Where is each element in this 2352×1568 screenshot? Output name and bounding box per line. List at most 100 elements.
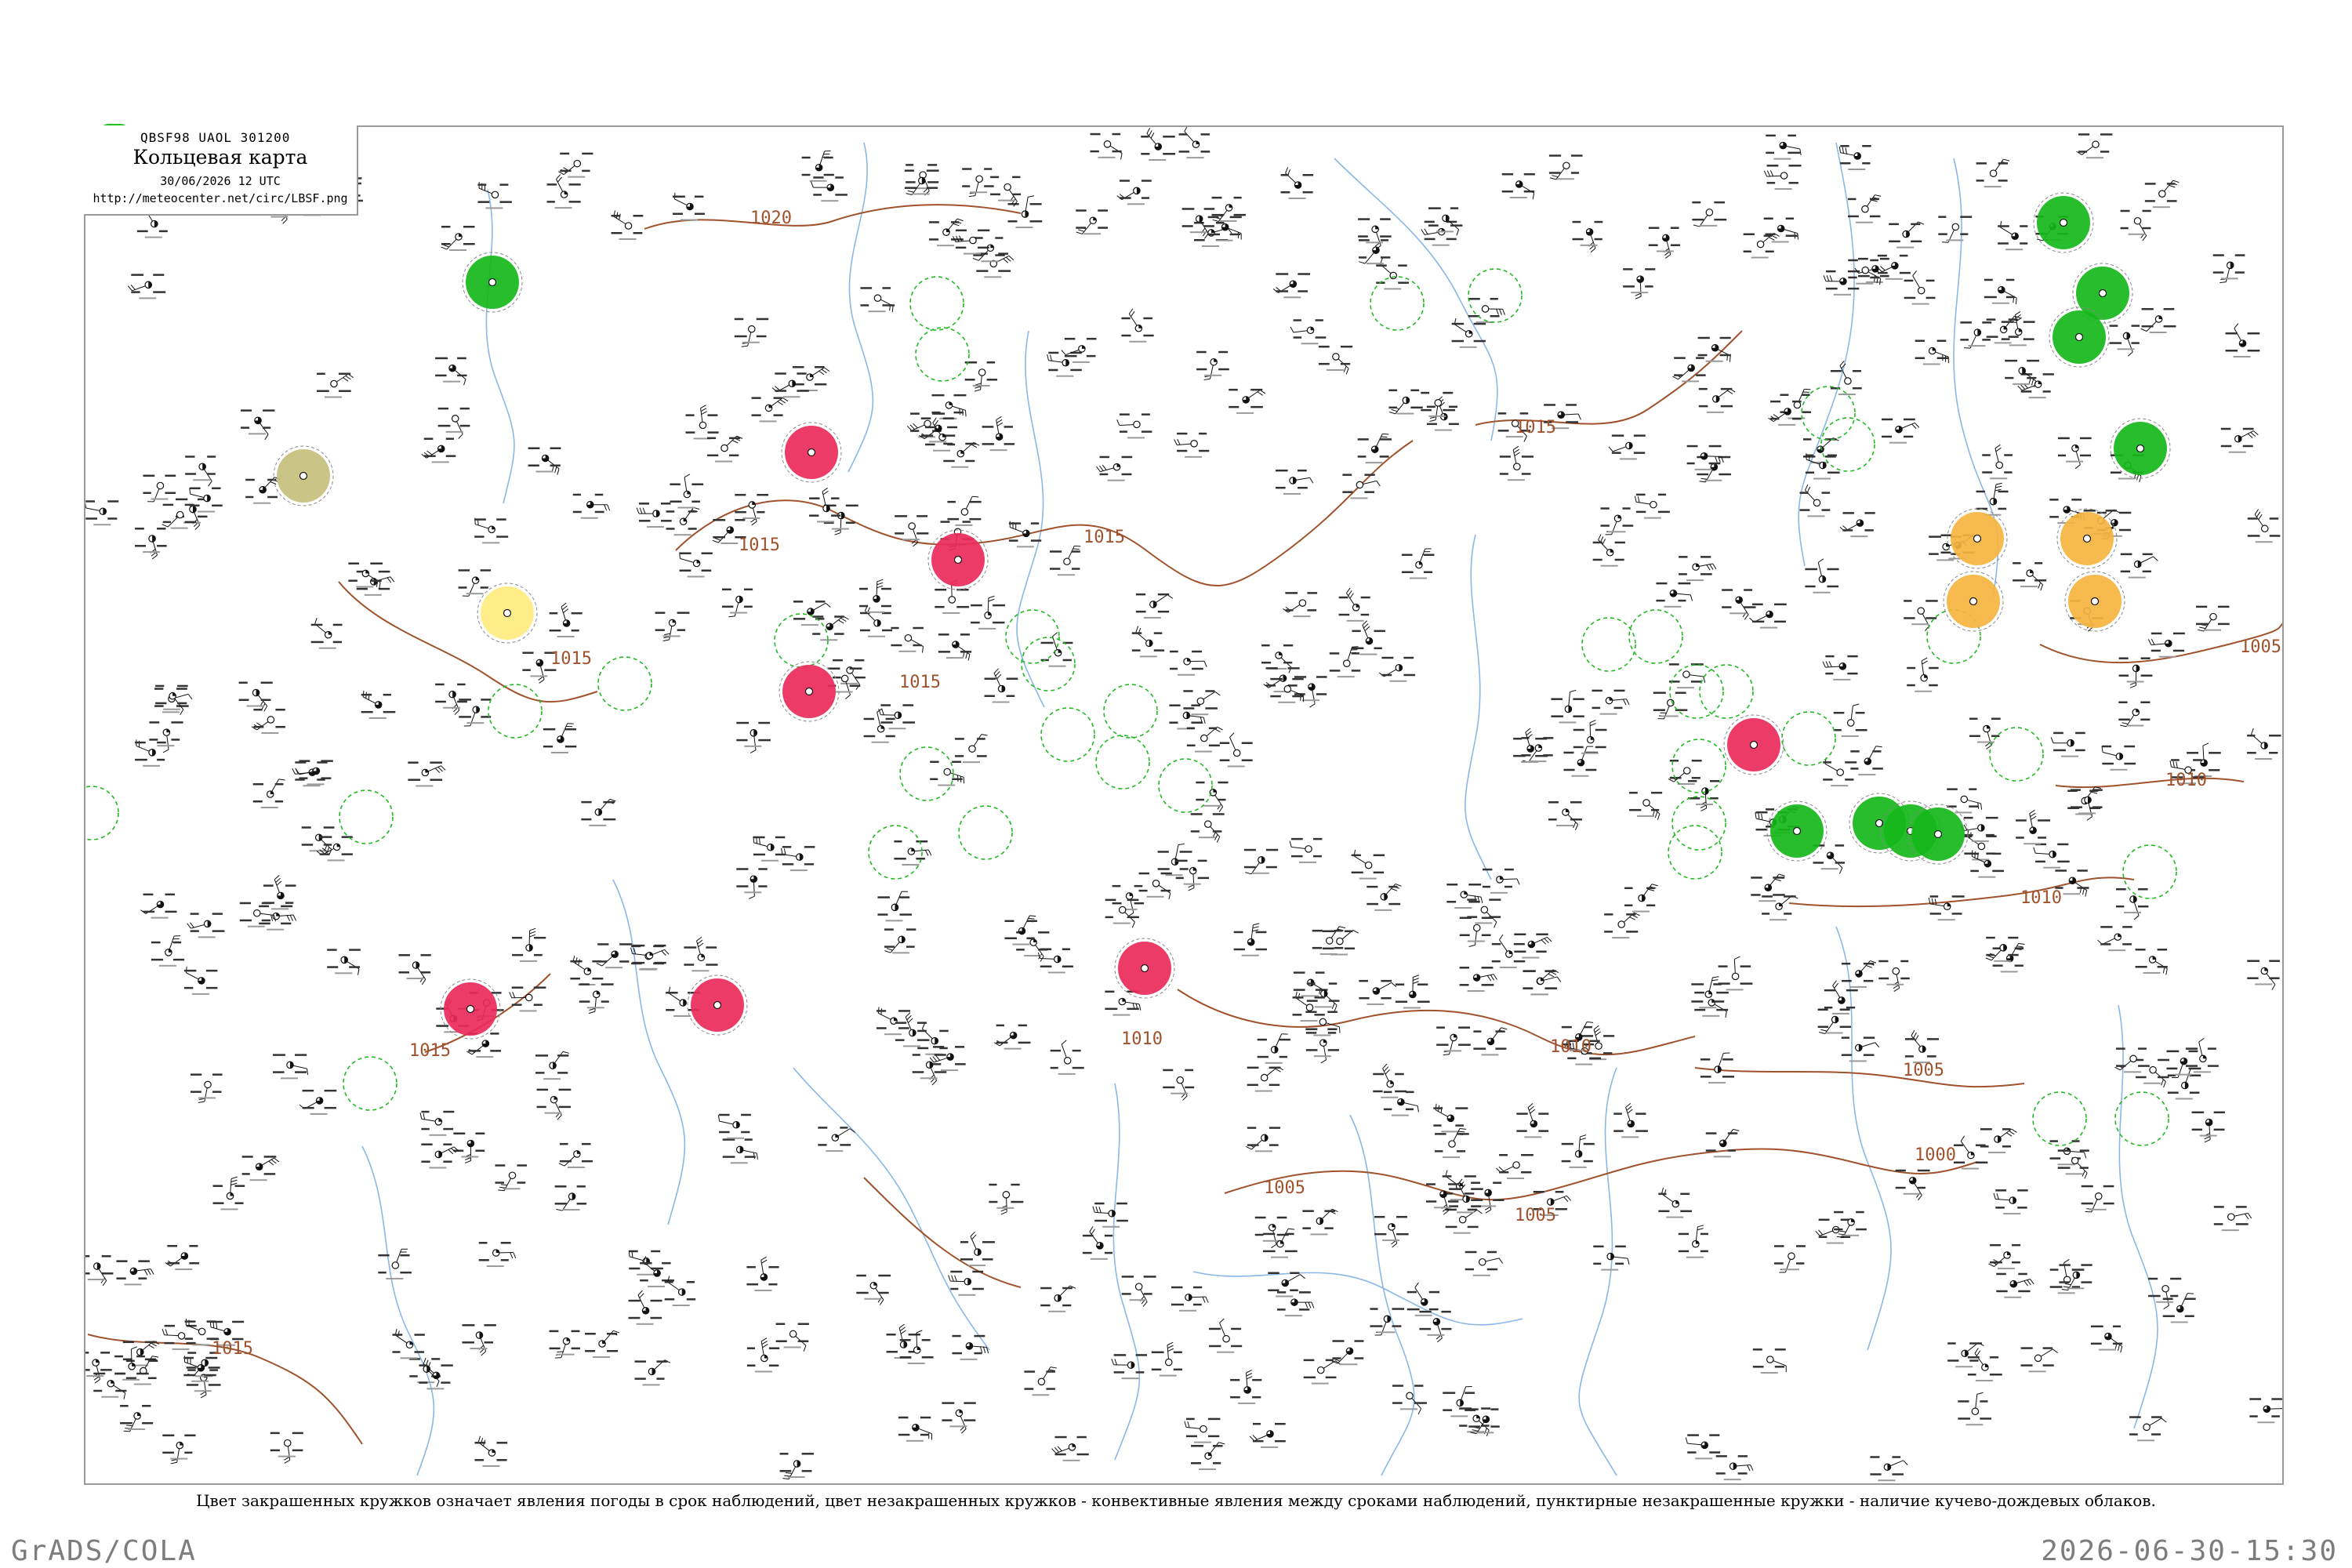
station-plot (408, 761, 446, 787)
dust-marker (2064, 571, 2125, 632)
station-plot (1988, 1243, 2021, 1269)
thunderstorm-marker (779, 661, 840, 722)
showers-marker (1766, 800, 1828, 862)
station-plot (1378, 656, 1416, 682)
station-plot (2016, 809, 2051, 845)
isobar-label: 1015 (212, 1339, 253, 1359)
station-plot (1276, 1291, 1315, 1317)
station-plot (1049, 545, 1081, 576)
station-plot (120, 1404, 154, 1432)
station-plot (2191, 1111, 2225, 1143)
station-plot (2213, 1206, 2252, 1232)
station-plot (1976, 158, 2010, 188)
stations-layer (85, 127, 2282, 1482)
station-plot (1436, 1026, 1471, 1056)
station-plot (1174, 432, 1210, 458)
source-url: http://meteocenter.net/circ/LBSF.png (93, 191, 348, 205)
station-plot (2005, 359, 2040, 387)
station-plot (1111, 1354, 1147, 1380)
station-plot (435, 357, 467, 386)
station-plot (717, 1113, 751, 1139)
station-plot (327, 949, 361, 975)
station-plot (1090, 132, 1123, 160)
map-canvas[interactable]: 1020 1015 1015 1015 1015 1015 1015 1015 1010 1010… (85, 127, 2284, 1485)
station-plot (1121, 1276, 1156, 1307)
isobar-label: 1015 (550, 649, 592, 669)
station-plot (162, 1324, 197, 1350)
station-plot (930, 760, 965, 786)
station-plot (186, 1367, 221, 1399)
station-plot (1303, 1359, 1341, 1385)
station-plot (1373, 1063, 1407, 1098)
station-plot (2129, 1416, 2167, 1442)
station-plot (572, 493, 611, 519)
isobar-label: 1010 (1550, 1037, 1592, 1057)
station-plot (990, 176, 1022, 207)
station-plot (960, 1231, 995, 1267)
station-plot (270, 1432, 303, 1464)
station-plot (1243, 848, 1279, 875)
station-plot (877, 891, 912, 922)
station-plot (1830, 361, 1862, 395)
map-frame[interactable]: 1020 1015 1015 1015 1015 1015 1015 1015 1010 1010… (84, 125, 2284, 1485)
station-plot (241, 1156, 280, 1181)
station-plot (989, 1183, 1024, 1215)
station-plot (964, 361, 998, 392)
isobar-label: 1010 (1121, 1029, 1163, 1049)
station-plot (954, 734, 988, 764)
station-plot (1082, 1226, 1113, 1260)
station-plot (1847, 194, 1882, 223)
station-plot (942, 1402, 976, 1434)
station-plot (1881, 418, 1920, 444)
station-plot (1141, 128, 1176, 162)
station-plot (1270, 677, 1305, 703)
station-plot (272, 1054, 309, 1080)
station-plot (1686, 445, 1724, 470)
station-plot (928, 218, 964, 247)
station-plot (1358, 218, 1392, 250)
station-plot (2120, 553, 2158, 579)
station-plot (1928, 895, 1965, 921)
station-plot (2196, 605, 2230, 632)
showers-marker (462, 252, 523, 313)
station-plot (1751, 873, 1785, 902)
station-plot (1600, 507, 1634, 535)
station-plot (1960, 816, 1998, 842)
station-plot (1718, 956, 1753, 991)
station-plot (1471, 1181, 1504, 1214)
station-plot (1329, 646, 1361, 678)
station-plot (1513, 728, 1548, 763)
station-plot (495, 1164, 527, 1192)
isobar-label: 1005 (1903, 1061, 1944, 1080)
station-plot (1499, 445, 1534, 481)
station-plot (1359, 979, 1397, 1005)
station-plot (536, 1088, 572, 1120)
station-plot (886, 1323, 920, 1359)
cb-cloud-circle (343, 1056, 397, 1111)
station-plot (2144, 180, 2180, 209)
station-plot (751, 397, 789, 423)
station-plot (252, 779, 285, 808)
station-plot (546, 174, 581, 209)
station-plot (931, 394, 967, 419)
station-plot (1815, 1218, 1851, 1244)
station-plot (1190, 813, 1225, 843)
cb-cloud-circle (2032, 1091, 2087, 1146)
station-plot (2220, 427, 2259, 453)
station-plot (1608, 434, 1646, 460)
cb-cloud-circle (909, 276, 964, 331)
station-plot (1984, 278, 2017, 305)
station-plot (1656, 582, 1693, 608)
map-date: 30/06/2026 12 UTC (160, 174, 281, 188)
station-plot (361, 690, 396, 719)
station-plot (894, 840, 932, 866)
station-plot (2109, 325, 2140, 357)
map-header: QBSF98 UAOL 301200 Кольцевая карта 30/06… (84, 125, 358, 216)
thunderstorm-marker (781, 422, 842, 483)
station-plot (1799, 484, 1831, 517)
station-plot (863, 708, 895, 743)
station-plot (579, 983, 614, 1014)
dust-marker (2056, 508, 2118, 569)
station-plot (1766, 134, 1802, 160)
station-plot (1904, 1029, 1940, 1064)
